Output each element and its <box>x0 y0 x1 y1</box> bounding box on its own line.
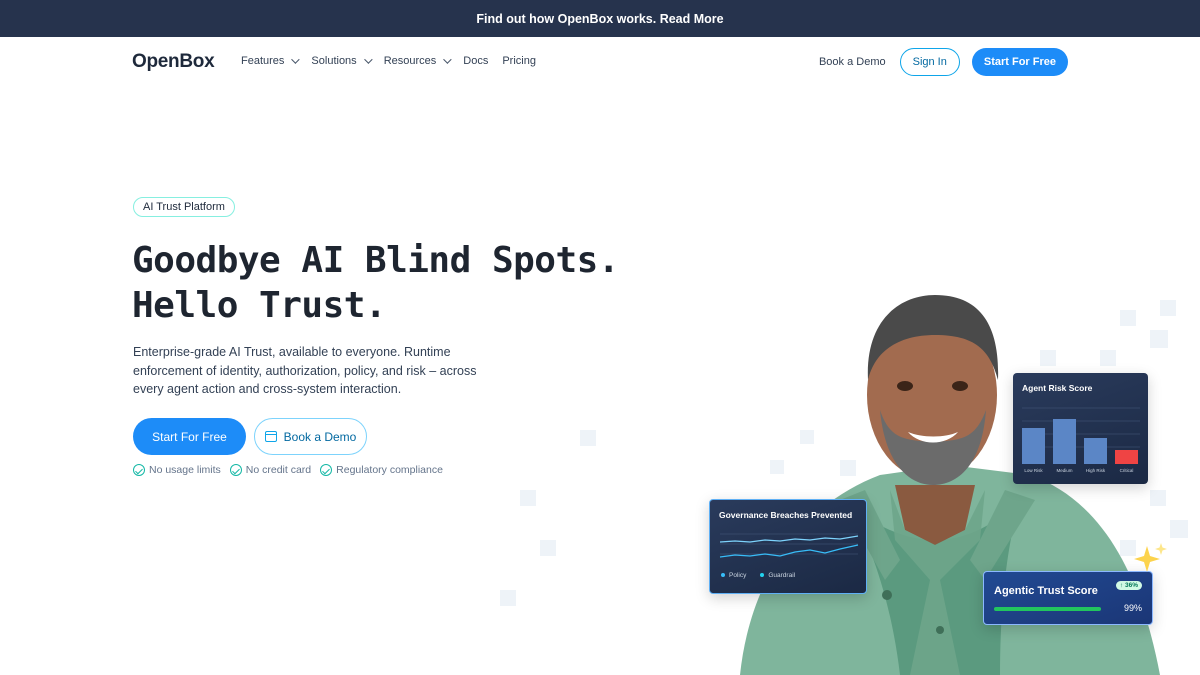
sparkle-icon <box>1134 543 1167 572</box>
hero-book-demo-button[interactable]: Book a Demo <box>254 418 367 455</box>
nav-item-label: Pricing <box>502 55 536 67</box>
risk-category-label: High Risk <box>1086 468 1106 473</box>
nav-item-label: Features <box>241 55 285 67</box>
check-label: No credit card <box>245 464 312 476</box>
logo[interactable]: OpenBox <box>132 51 215 73</box>
start-free-button[interactable]: Start For Free <box>971 48 1068 76</box>
card-title: Agentic Trust Score <box>994 585 1098 597</box>
nav-item-features[interactable]: Features <box>241 55 301 67</box>
check-circle-icon <box>229 464 242 476</box>
check-item: No usage limits <box>133 464 221 476</box>
check-label: Regulatory compliance <box>336 464 443 476</box>
risk-bar <box>1053 419 1076 464</box>
governance-line-chart <box>719 533 859 558</box>
nav-item-pricing[interactable]: Pricing <box>502 55 536 67</box>
hero-subtext: Enterprise-grade AI Trust, available to … <box>133 345 477 396</box>
check-item: No credit card <box>229 464 312 476</box>
headline-line-1: Goodbye AI Blind Spots. <box>132 240 620 281</box>
chevron-down-icon <box>443 55 452 64</box>
agent-risk-card: Agent Risk Score Low Risk Medium High Risk… <box>1013 373 1148 484</box>
risk-category-label: Low Risk <box>1024 468 1043 473</box>
risk-bar <box>1084 438 1107 464</box>
nav-item-label: Docs <box>463 55 489 67</box>
nav-actions: Book a Demo Sign In Start For Free <box>819 48 1068 76</box>
hero-start-free-button[interactable]: Start For Free <box>133 418 246 455</box>
feature-checks: No usage limits No credit card Regulator… <box>133 464 443 476</box>
check-circle-icon <box>320 464 333 476</box>
nav-item-label: Resources <box>383 55 437 67</box>
policy-series-line <box>719 535 859 543</box>
calendar-icon <box>264 431 277 442</box>
chevron-down-icon <box>363 55 373 64</box>
legend-policy: Policy <box>721 572 746 579</box>
book-demo-link[interactable]: Book a Demo <box>819 56 886 68</box>
guardrail-series-line <box>719 544 859 558</box>
nav-item-resources[interactable]: Resources <box>383 55 452 67</box>
top-nav: OpenBox Features Solutions Resources Doc… <box>0 37 1200 89</box>
nav-item-docs[interactable]: Docs <box>463 55 488 67</box>
legend-dot <box>721 573 725 578</box>
announcement-bar[interactable]: Find out how OpenBox works. Read More <box>0 0 1200 37</box>
chevron-down-icon <box>291 55 301 64</box>
risk-chart: Low Risk Medium High Risk Critical <box>1022 407 1140 473</box>
check-item: Regulatory compliance <box>320 464 443 476</box>
risk-category-label: Medium <box>1056 468 1072 473</box>
nav-item-label: Solutions <box>311 55 357 67</box>
nav-menu: Features Solutions Resources Docs Pricin… <box>241 55 536 67</box>
risk-category-label: Critical <box>1120 468 1134 473</box>
platform-badge: AI Trust Platform <box>133 197 235 217</box>
legend-label: Policy <box>729 572 747 579</box>
trust-progress-bar <box>994 607 1101 611</box>
trust-score-card: Agentic Trust Score ↑ 36% 99% <box>983 571 1153 625</box>
check-label: No usage limits <box>149 464 221 476</box>
risk-bar <box>1115 450 1138 464</box>
nav-item-solutions[interactable]: Solutions <box>311 55 373 67</box>
sign-in-button[interactable]: Sign In <box>899 48 960 76</box>
chart-legend: Policy Guardrail <box>721 572 795 579</box>
legend-dot <box>760 573 765 578</box>
risk-bar <box>1022 428 1045 464</box>
trust-value: 99% <box>1123 603 1142 613</box>
legend-guardrail: Guardrail <box>760 572 795 579</box>
governance-card: Governance Breaches Prevented Policy Gua… <box>709 499 867 594</box>
announcement-text[interactable]: Find out how OpenBox works. Read More <box>476 12 723 26</box>
legend-label: Guardrail <box>768 572 796 579</box>
book-demo-label: Book a Demo <box>283 429 357 444</box>
check-circle-icon <box>133 464 145 476</box>
trend-up-badge: ↑ 36% <box>1115 581 1142 590</box>
